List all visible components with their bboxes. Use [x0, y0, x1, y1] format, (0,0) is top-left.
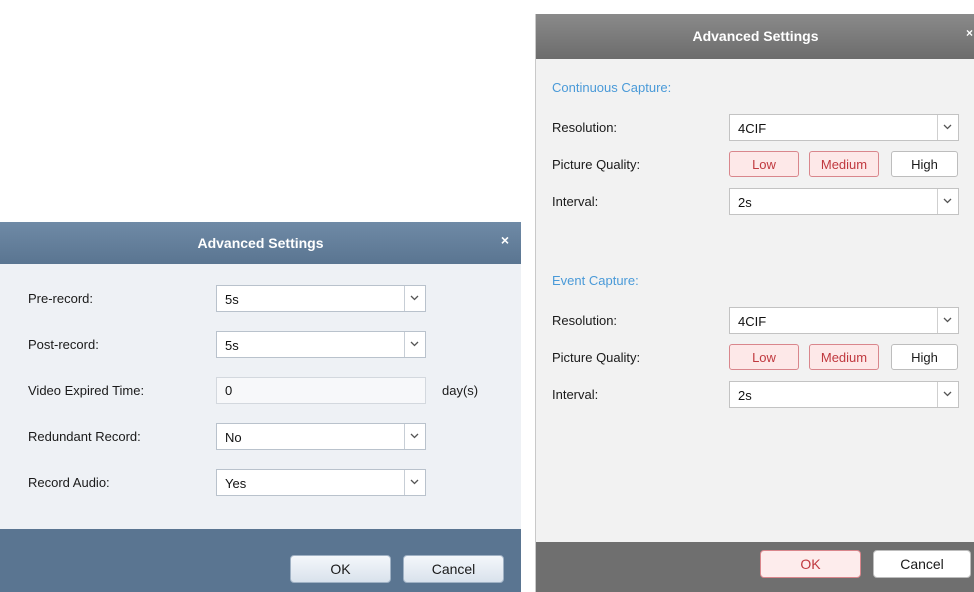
chevron-down-icon[interactable] — [404, 332, 425, 357]
video-expired-time-label: Video Expired Time: — [28, 383, 145, 398]
dialog-footer: OK Cancel — [536, 542, 974, 592]
event-quality-high-button[interactable]: High — [891, 344, 958, 370]
close-icon[interactable]: × — [966, 26, 973, 40]
dialog-title: Advanced Settings — [692, 28, 819, 44]
cancel-button[interactable]: Cancel — [403, 555, 504, 583]
dialog-titlebar[interactable]: Advanced Settings × — [536, 14, 974, 59]
video-expired-time-input[interactable] — [216, 377, 426, 404]
record-advanced-settings-dialog: Advanced Settings × Pre-record: 5s Post-… — [0, 222, 521, 592]
post-record-select[interactable]: 5s — [216, 331, 426, 358]
post-record-label: Post-record: — [28, 337, 99, 352]
chevron-down-icon[interactable] — [937, 382, 958, 407]
record-audio-value: Yes — [225, 476, 247, 491]
event-quality-medium-button[interactable]: Medium — [809, 344, 879, 370]
continuous-quality-high-button[interactable]: High — [891, 151, 958, 177]
event-interval-select[interactable]: 2s — [729, 381, 959, 408]
record-audio-select[interactable]: Yes — [216, 469, 426, 496]
event-quality-low-button[interactable]: Low — [729, 344, 799, 370]
close-icon[interactable]: × — [501, 232, 509, 248]
continuous-resolution-select[interactable]: 4CIF — [729, 114, 959, 141]
event-picture-quality-label: Picture Quality: — [552, 350, 641, 365]
dialog-body: Pre-record: 5s Post-record: 5s Video Exp… — [0, 264, 521, 529]
continuous-quality-low-button[interactable]: Low — [729, 151, 799, 177]
dialog-titlebar[interactable]: Advanced Settings × — [0, 222, 521, 264]
dialog-footer: OK Cancel — [0, 529, 521, 592]
continuous-interval-label: Interval: — [552, 194, 599, 209]
continuous-interval-value: 2s — [738, 195, 752, 210]
continuous-interval-select[interactable]: 2s — [729, 188, 959, 215]
continuous-resolution-value: 4CIF — [738, 121, 767, 136]
redundant-record-value: No — [225, 430, 242, 445]
continuous-capture-title: Continuous Capture: — [552, 80, 672, 95]
continuous-quality-medium-button[interactable]: Medium — [809, 151, 879, 177]
event-resolution-select[interactable]: 4CIF — [729, 307, 959, 334]
capture-advanced-settings-dialog: Advanced Settings × Continuous Capture: … — [535, 14, 974, 592]
redundant-record-label: Redundant Record: — [28, 429, 141, 444]
chevron-down-icon[interactable] — [937, 189, 958, 214]
cancel-button[interactable]: Cancel — [873, 550, 971, 578]
event-resolution-value: 4CIF — [738, 314, 767, 329]
event-interval-label: Interval: — [552, 387, 599, 402]
chevron-down-icon[interactable] — [404, 286, 425, 311]
continuous-resolution-label: Resolution: — [552, 120, 618, 135]
record-audio-label: Record Audio: — [28, 475, 110, 490]
event-resolution-label: Resolution: — [552, 313, 618, 328]
continuous-picture-quality-label: Picture Quality: — [552, 157, 641, 172]
pre-record-select[interactable]: 5s — [216, 285, 426, 312]
dialog-title: Advanced Settings — [197, 235, 324, 251]
dialog-body: Continuous Capture: Resolution: 4CIF Pic… — [536, 59, 974, 542]
redundant-record-select[interactable]: No — [216, 423, 426, 450]
chevron-down-icon[interactable] — [937, 308, 958, 333]
video-expired-time-unit: day(s) — [442, 383, 479, 398]
ok-button[interactable]: OK — [290, 555, 391, 583]
pre-record-label: Pre-record: — [28, 291, 94, 306]
pre-record-value: 5s — [225, 292, 239, 307]
chevron-down-icon[interactable] — [404, 424, 425, 449]
chevron-down-icon[interactable] — [937, 115, 958, 140]
post-record-value: 5s — [225, 338, 239, 353]
event-capture-title: Event Capture: — [552, 273, 639, 288]
event-interval-value: 2s — [738, 388, 752, 403]
chevron-down-icon[interactable] — [404, 470, 425, 495]
ok-button[interactable]: OK — [760, 550, 861, 578]
